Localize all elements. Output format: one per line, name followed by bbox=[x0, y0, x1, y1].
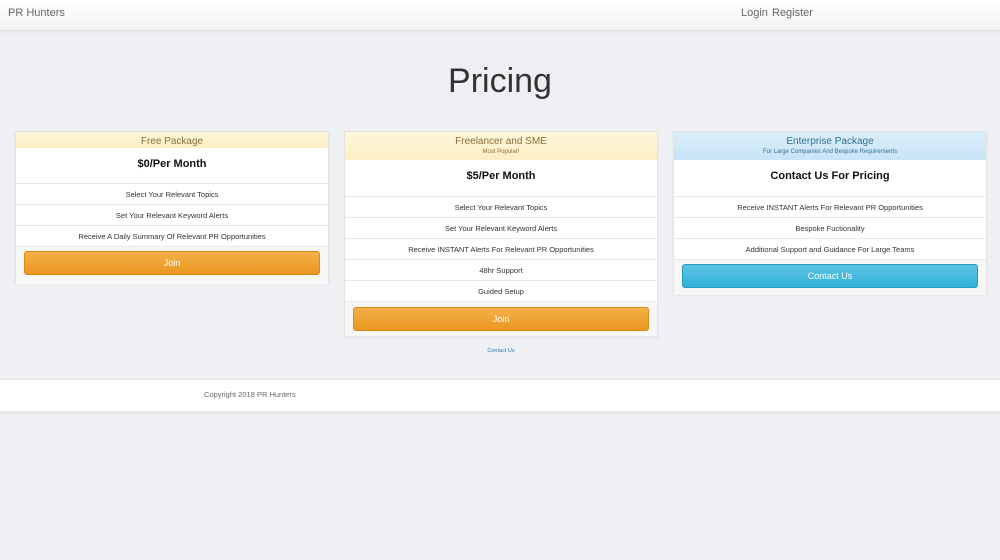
plan-name: Free Package bbox=[140, 136, 204, 147]
feature-item: Receive A Daily Summary Of Relevant PR O… bbox=[16, 226, 328, 247]
register-link[interactable]: Register bbox=[772, 7, 813, 19]
card-header: Free Package bbox=[16, 132, 328, 148]
feature-item: Guided Setup bbox=[345, 281, 657, 302]
card-footer: Join bbox=[16, 247, 328, 284]
feature-item: Additional Support and Guidance For Larg… bbox=[674, 239, 986, 260]
pricing-card-freelancer: Freelancer and SME Most Popular! $5/Per … bbox=[344, 131, 658, 337]
page-footer: Copyright 2018 PR Hunters bbox=[0, 379, 1000, 412]
plan-price: Contact Us For Pricing bbox=[674, 160, 986, 197]
contact-us-link[interactable]: Contact Us bbox=[470, 348, 532, 354]
feature-item: Set Your Relevant Keyword Alerts bbox=[345, 218, 657, 239]
plan-name: Freelancer and SME bbox=[455, 136, 547, 147]
card-footer: Join bbox=[345, 302, 657, 336]
card-header: Freelancer and SME Most Popular! bbox=[345, 132, 657, 160]
join-button[interactable]: Join bbox=[353, 307, 649, 331]
brand-link[interactable]: PR Hunters bbox=[8, 7, 65, 19]
feature-item: Receive INSTANT Alerts For Relevant PR O… bbox=[345, 239, 657, 260]
feature-item: Select Your Relevant Topics bbox=[345, 197, 657, 218]
card-header: Enterprise Package For Large Companies A… bbox=[674, 132, 986, 160]
pricing-card-enterprise: Enterprise Package For Large Companies A… bbox=[673, 131, 987, 295]
page-title: Pricing bbox=[448, 62, 552, 100]
contact-us-button[interactable]: Contact Us bbox=[682, 264, 978, 288]
login-link[interactable]: Login bbox=[741, 7, 768, 19]
plan-subtitle: Most Popular! bbox=[482, 149, 520, 155]
join-button[interactable]: Join bbox=[24, 251, 320, 275]
feature-item: Receive INSTANT Alerts For Relevant PR O… bbox=[674, 197, 986, 218]
pricing-card-free: Free Package $0/Per Month Select Your Re… bbox=[15, 131, 329, 284]
plan-price: $5/Per Month bbox=[345, 160, 657, 197]
feature-item: Select Your Relevant Topics bbox=[16, 184, 328, 205]
feature-item: 48hr Support bbox=[345, 260, 657, 281]
plan-subtitle: For Large Companies And Bespoke Requirem… bbox=[762, 149, 898, 155]
top-navbar: PR Hunters Login Register bbox=[0, 0, 1000, 31]
card-footer: Contact Us bbox=[674, 260, 986, 295]
feature-item: Set Your Relevant Keyword Alerts bbox=[16, 205, 328, 226]
plan-price: $0/Per Month bbox=[16, 148, 328, 184]
plan-name: Enterprise Package bbox=[786, 136, 874, 147]
feature-item: Bespoke Fuctionality bbox=[674, 218, 986, 239]
copyright-text: Copyright 2018 PR Hunters bbox=[204, 390, 296, 399]
